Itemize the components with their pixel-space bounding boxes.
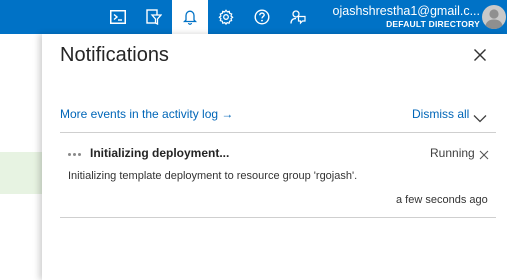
feedback-button[interactable] [280,0,316,34]
help-question-icon [254,9,270,25]
settings-gear-icon [218,9,234,25]
notification-status: Running [430,146,475,160]
close-icon [479,150,489,160]
account-directory: DEFAULT DIRECTORY [386,19,480,29]
notification-item[interactable]: Initializing deployment... Running Initi… [42,133,507,217]
notification-timestamp: a few seconds ago [396,194,488,206]
directory-filter-icon [146,9,162,25]
dismiss-notification-button[interactable] [479,147,489,160]
panel-title: Notifications [60,44,169,66]
activity-log-link[interactable]: More events in the activity log → [60,107,233,121]
top-bar: ojashshrestha1@gmail.c... DEFAULT DIRECT… [0,0,507,34]
account-email: ojashshrestha1@gmail.c... [332,4,480,18]
cloud-shell-icon [110,10,126,24]
dismiss-all-button[interactable]: Dismiss all [412,107,469,121]
settings-button[interactable] [208,0,244,34]
dismiss-all-dropdown[interactable] [473,110,487,123]
divider [60,217,496,218]
notification-description: Initializing template deployment to reso… [68,170,358,182]
notifications-button[interactable] [172,0,208,34]
avatar[interactable] [482,5,506,29]
notifications-bell-icon [183,10,197,25]
user-avatar-icon [485,9,503,29]
close-icon [474,49,486,61]
feedback-icon [290,10,306,25]
close-panel-button[interactable] [472,47,488,63]
background-page [0,34,42,280]
notifications-panel: Notifications More events in the activit… [42,34,507,280]
in-progress-dots-icon [68,153,84,157]
notification-title: Initializing deployment... [90,146,230,160]
account-info[interactable]: ojashshrestha1@gmail.c... DEFAULT DIRECT… [328,4,480,30]
directory-filter-button[interactable] [136,0,172,34]
cloud-shell-button[interactable] [100,0,136,34]
chevron-down-icon [473,115,487,123]
background-selected-row [0,152,42,194]
help-button[interactable] [244,0,280,34]
